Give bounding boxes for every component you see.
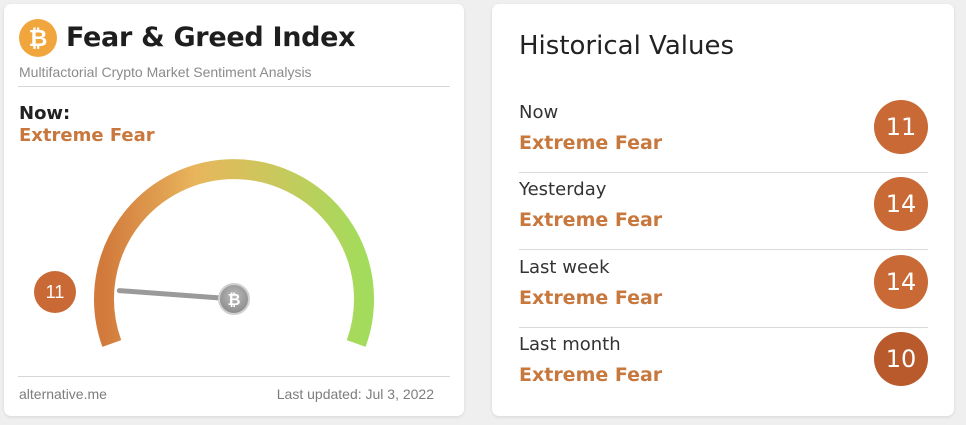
current-value-badge: 11 <box>34 271 76 313</box>
header-divider <box>18 86 450 87</box>
index-title: Fear & Greed Index <box>66 22 356 53</box>
historical-row-last-week: Last week Extreme Fear 14 <box>519 251 928 328</box>
svg-text:₿: ₿ <box>227 290 240 309</box>
historical-row-last-month: Last month Extreme Fear 10 <box>519 328 928 405</box>
row-value-badge: 14 <box>874 255 928 309</box>
row-label: Yesterday <box>519 179 607 200</box>
now-label: Now: <box>19 103 71 124</box>
historical-title: Historical Values <box>519 31 734 61</box>
index-subtitle: Multifactorial Crypto Market Sentiment A… <box>19 64 312 80</box>
row-label: Last month <box>519 334 621 355</box>
row-value-badge: 11 <box>874 100 928 154</box>
now-status: Extreme Fear <box>19 125 155 146</box>
row-status: Extreme Fear <box>519 287 663 309</box>
gauge-knob-bitcoin-icon: ₿ <box>218 283 250 315</box>
footer-divider <box>18 376 450 377</box>
row-value-badge: 10 <box>874 332 928 386</box>
svg-text:₿: ₿ <box>29 26 48 52</box>
historical-row-yesterday: Yesterday Extreme Fear 14 <box>519 173 928 250</box>
row-value-badge: 14 <box>874 177 928 231</box>
row-status: Extreme Fear <box>519 364 663 386</box>
row-label: Last week <box>519 257 610 278</box>
last-updated: Last updated: Jul 3, 2022 <box>276 386 434 402</box>
sentiment-gauge: ₿ <box>94 159 374 347</box>
bitcoin-icon: ₿ <box>19 19 57 57</box>
row-status: Extreme Fear <box>519 209 663 231</box>
historical-values-card: Historical Values Now Extreme Fear 11 Ye… <box>492 4 954 416</box>
gauge-needle <box>116 288 237 302</box>
row-status: Extreme Fear <box>519 132 663 154</box>
row-label: Now <box>519 102 559 123</box>
source-link[interactable]: alternative.me <box>19 386 107 402</box>
historical-row-now: Now Extreme Fear 11 <box>519 96 928 173</box>
fear-greed-card: ₿ Fear & Greed Index Multifactorial Cryp… <box>4 4 464 416</box>
gauge-arc <box>94 159 374 347</box>
